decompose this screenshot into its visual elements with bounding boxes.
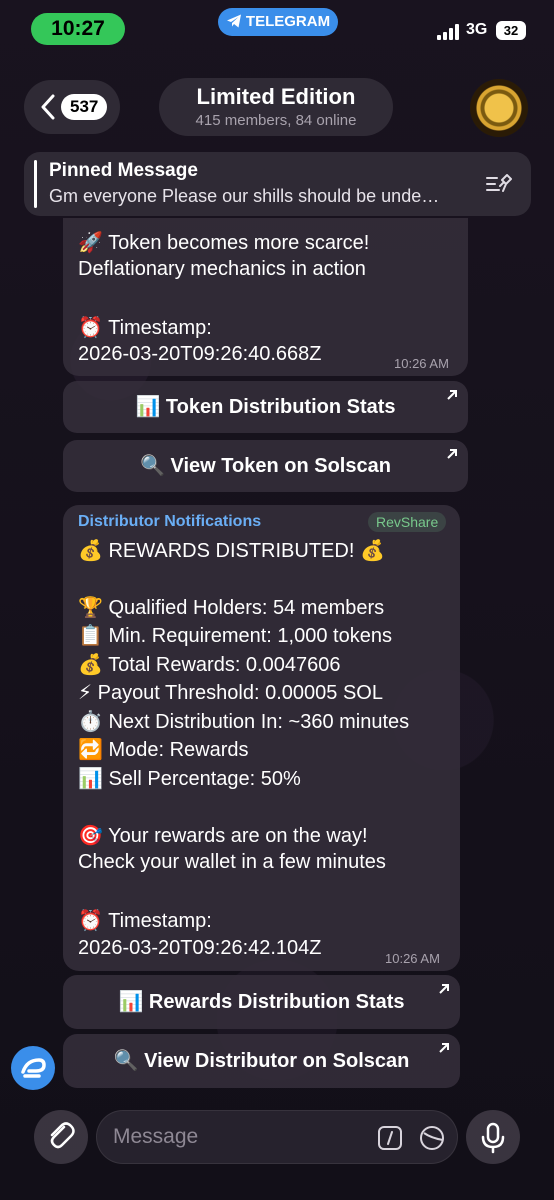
app-logo-icon xyxy=(21,1058,46,1078)
message-line: ⏱️ Next Distribution In: ~360 minutes xyxy=(78,711,410,733)
back-button[interactable]: 537 xyxy=(24,80,120,134)
attach-button[interactable] xyxy=(34,1110,88,1164)
telegram-label: TELEGRAM xyxy=(245,13,331,30)
token-distribution-stats-button[interactable]: 📊 Token Distribution Stats xyxy=(63,381,468,433)
group-avatar[interactable] xyxy=(470,79,528,137)
message-line: ⏰ Timestamp: xyxy=(78,910,212,932)
microphone-icon xyxy=(481,1122,505,1154)
message-line: 🚀 Token becomes more scarce! xyxy=(78,232,370,254)
button-label: 🔍 View Token on Solscan xyxy=(140,455,391,477)
pinned-title: Pinned Message xyxy=(49,160,198,181)
message-line: 🏆 Qualified Holders: 54 members xyxy=(78,597,385,619)
message-line: 🎯 Your rewards are on the way! xyxy=(78,825,368,847)
status-time: 10:27 xyxy=(31,13,125,45)
chevron-left-icon xyxy=(41,94,55,120)
view-token-solscan-button[interactable]: 🔍 View Token on Solscan xyxy=(63,440,468,492)
admin-tag: RevShare xyxy=(368,512,447,532)
telegram-plane-icon xyxy=(226,14,241,28)
voice-record-button[interactable] xyxy=(466,1110,520,1164)
external-link-arrow-icon xyxy=(439,984,449,994)
sticker-icon[interactable] xyxy=(418,1124,446,1152)
button-label: 🔍 View Distributor on Solscan xyxy=(113,1050,410,1072)
message-line: 💰 Total Rewards: 0.0047606 xyxy=(78,654,341,676)
rewards-distribution-stats-button[interactable]: 📊 Rewards Distribution Stats xyxy=(63,975,460,1029)
message-line: ⚡ Payout Threshold: 0.00005 SOL xyxy=(78,682,383,704)
message-placeholder: Message xyxy=(113,1125,199,1148)
button-label: 📊 Token Distribution Stats xyxy=(135,396,396,418)
message-time: 10:26 AM xyxy=(385,951,440,966)
commands-icon[interactable] xyxy=(377,1125,403,1151)
paperclip-icon xyxy=(50,1122,75,1149)
message-line: 📋 Min. Requirement: 1,000 tokens xyxy=(78,625,392,647)
view-distributor-solscan-button[interactable]: 🔍 View Distributor on Solscan xyxy=(63,1034,460,1088)
status-bar: 10:27 TELEGRAM 3G 32 xyxy=(0,0,554,56)
message-line: Deflationary mechanics in action xyxy=(78,258,366,280)
telegram-return-pill[interactable]: TELEGRAM xyxy=(218,8,338,36)
pinned-text: Gm everyone Please our shills should be … xyxy=(49,186,440,206)
message-line: Check your wallet in a few minutes xyxy=(78,851,386,873)
message-line: 📊 Sell Percentage: 50% xyxy=(78,768,301,790)
pinned-indicator xyxy=(34,160,37,208)
chat-header[interactable]: Limited Edition 415 members, 84 online xyxy=(159,78,393,136)
message-sender[interactable]: Distributor Notifications xyxy=(78,513,261,531)
pinned-message-bar[interactable]: Pinned Message Gm everyone Please our sh… xyxy=(24,152,531,216)
scroll-fab-button[interactable] xyxy=(11,1046,55,1090)
unread-count-badge: 537 xyxy=(61,94,108,120)
chat-subtitle: 415 members, 84 online xyxy=(195,112,357,129)
message-line: 🔁 Mode: Rewards xyxy=(78,739,249,761)
message-line: ⏰ Timestamp: xyxy=(78,317,212,339)
message-bubble: Distributor Notifications RevShare 💰 REW… xyxy=(63,505,460,971)
network-type: 3G xyxy=(466,21,488,38)
external-link-arrow-icon xyxy=(447,390,457,400)
external-link-arrow-icon xyxy=(447,449,457,459)
message-line: 2026-03-20T09:26:40.668Z xyxy=(78,343,322,365)
message-input[interactable]: Message xyxy=(96,1110,458,1164)
message-bubble: 🚀 Token becomes more scarce! Deflationar… xyxy=(63,218,468,376)
message-line: 💰 REWARDS DISTRIBUTED! 💰 xyxy=(78,540,385,562)
pinned-list-icon[interactable] xyxy=(485,172,513,194)
message-line: 2026-03-20T09:26:42.104Z xyxy=(78,937,322,959)
cellular-signal-icon xyxy=(437,24,459,40)
message-time: 10:26 AM xyxy=(394,356,449,371)
button-label: 📊 Rewards Distribution Stats xyxy=(118,991,405,1013)
battery-icon: 32 xyxy=(496,21,526,40)
external-link-arrow-icon xyxy=(439,1043,449,1053)
chat-title: Limited Edition xyxy=(196,84,356,109)
